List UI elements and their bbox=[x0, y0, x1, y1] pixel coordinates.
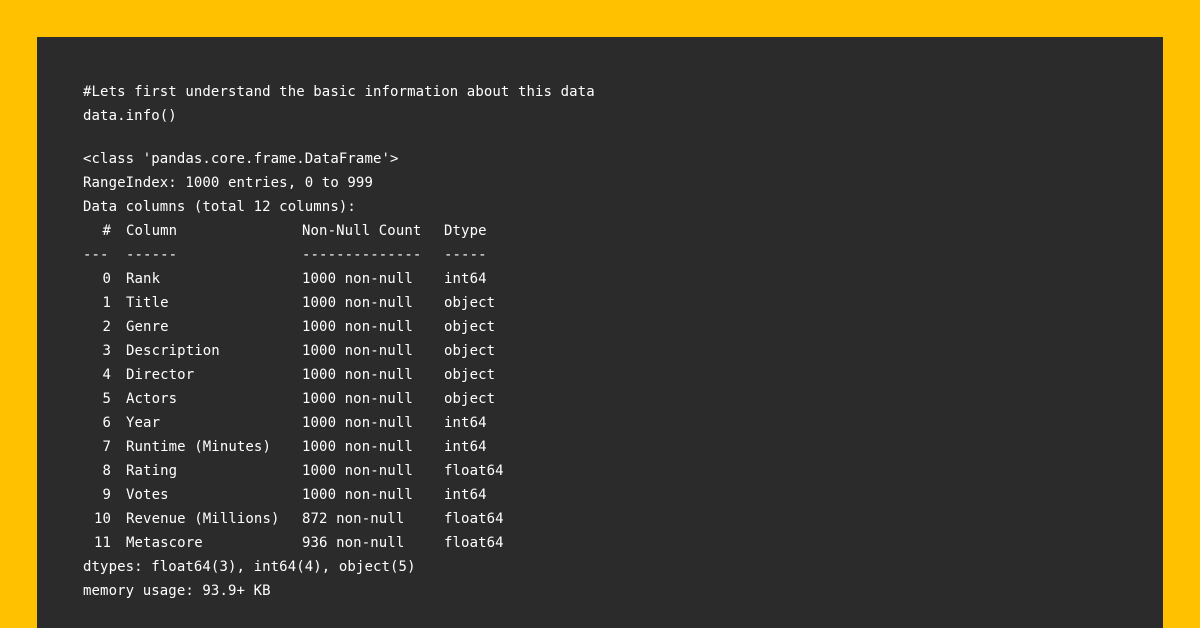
row-dtype: object bbox=[444, 343, 496, 359]
row-count: 1000 non-null bbox=[302, 439, 413, 455]
row-dtype: float64 bbox=[444, 535, 504, 551]
row-count: 1000 non-null bbox=[302, 487, 413, 503]
code-comment: #Lets first understand the basic informa… bbox=[83, 84, 595, 100]
table-row: 6 Year 1000 non-null int64 bbox=[83, 411, 683, 435]
row-idx: 7 bbox=[102, 439, 111, 455]
row-idx: 10 bbox=[93, 511, 111, 527]
table-row: 11 Metascore 936 non-null float64 bbox=[83, 531, 683, 555]
row-dtype: float64 bbox=[444, 511, 504, 527]
separator-idx: --- bbox=[83, 247, 109, 263]
row-count: 1000 non-null bbox=[302, 319, 413, 335]
row-column: Genre bbox=[126, 319, 169, 335]
row-idx: 2 bbox=[102, 319, 111, 335]
row-dtype: object bbox=[444, 295, 496, 311]
row-idx: 6 bbox=[102, 415, 111, 431]
table-row: 7 Runtime (Minutes) 1000 non-null int64 bbox=[83, 435, 683, 459]
row-column: Rating bbox=[126, 463, 178, 479]
separator-column: ------ bbox=[126, 247, 178, 263]
row-count: 1000 non-null bbox=[302, 343, 413, 359]
row-idx: 9 bbox=[102, 487, 111, 503]
output-range-index: RangeIndex: 1000 entries, 0 to 999 bbox=[83, 175, 373, 191]
row-count: 1000 non-null bbox=[302, 415, 413, 431]
row-dtype: object bbox=[444, 319, 496, 335]
row-dtype: object bbox=[444, 367, 496, 383]
output-dtypes: dtypes: float64(3), int64(4), object(5) bbox=[83, 559, 416, 575]
row-idx: 4 bbox=[102, 367, 111, 383]
row-count: 1000 non-null bbox=[302, 391, 413, 407]
table-header: # Column Non-Null Count Dtype bbox=[83, 219, 683, 243]
row-idx: 5 bbox=[102, 391, 111, 407]
table-separator: --- ------ -------------- ----- bbox=[83, 243, 683, 267]
row-count: 1000 non-null bbox=[302, 295, 413, 311]
row-idx: 8 bbox=[102, 463, 111, 479]
table-row: 5 Actors 1000 non-null object bbox=[83, 387, 683, 411]
row-idx: 3 bbox=[102, 343, 111, 359]
row-idx: 1 bbox=[102, 295, 111, 311]
row-dtype: float64 bbox=[444, 463, 504, 479]
row-count: 1000 non-null bbox=[302, 367, 413, 383]
row-column: Actors bbox=[126, 391, 178, 407]
row-column: Description bbox=[126, 343, 220, 359]
table-row: 10 Revenue (Millions) 872 non-null float… bbox=[83, 507, 683, 531]
table-row: 0 Rank 1000 non-null int64 bbox=[83, 267, 683, 291]
row-dtype: object bbox=[444, 391, 496, 407]
output-class-line: <class 'pandas.core.frame.DataFrame'> bbox=[83, 151, 399, 167]
table-row: 8 Rating 1000 non-null float64 bbox=[83, 459, 683, 483]
row-idx: 11 bbox=[93, 535, 111, 551]
row-column: Votes bbox=[126, 487, 169, 503]
output-data-columns: Data columns (total 12 columns): bbox=[83, 199, 356, 215]
row-dtype: int64 bbox=[444, 487, 487, 503]
output-memory-usage: memory usage: 93.9+ KB bbox=[83, 583, 271, 599]
row-column: Runtime (Minutes) bbox=[126, 439, 271, 455]
table-row: 2 Genre 1000 non-null object bbox=[83, 315, 683, 339]
row-count: 872 non-null bbox=[302, 511, 405, 527]
separator-count: -------------- bbox=[302, 247, 422, 263]
table-row: 9 Votes 1000 non-null int64 bbox=[83, 483, 683, 507]
row-dtype: int64 bbox=[444, 271, 487, 287]
row-column: Rank bbox=[126, 271, 161, 287]
table-row: 4 Director 1000 non-null object bbox=[83, 363, 683, 387]
separator-dtype: ----- bbox=[444, 247, 487, 263]
code-call: data.info() bbox=[83, 108, 177, 124]
row-column: Title bbox=[126, 295, 169, 311]
row-idx: 0 bbox=[102, 271, 111, 287]
row-dtype: int64 bbox=[444, 439, 487, 455]
header-column: Column bbox=[126, 223, 178, 239]
row-column: Metascore bbox=[126, 535, 203, 551]
table-row: 3 Description 1000 non-null object bbox=[83, 339, 683, 363]
header-dtype: Dtype bbox=[444, 223, 487, 239]
code-output-panel: #Lets first understand the basic informa… bbox=[37, 37, 1163, 628]
header-idx: # bbox=[102, 223, 111, 239]
header-count: Non-Null Count bbox=[302, 223, 422, 239]
row-column: Year bbox=[126, 415, 161, 431]
row-count: 1000 non-null bbox=[302, 463, 413, 479]
row-column: Revenue (Millions) bbox=[126, 511, 280, 527]
table-row: 1 Title 1000 non-null object bbox=[83, 291, 683, 315]
row-column: Director bbox=[126, 367, 195, 383]
row-dtype: int64 bbox=[444, 415, 487, 431]
row-count: 936 non-null bbox=[302, 535, 405, 551]
row-count: 1000 non-null bbox=[302, 271, 413, 287]
